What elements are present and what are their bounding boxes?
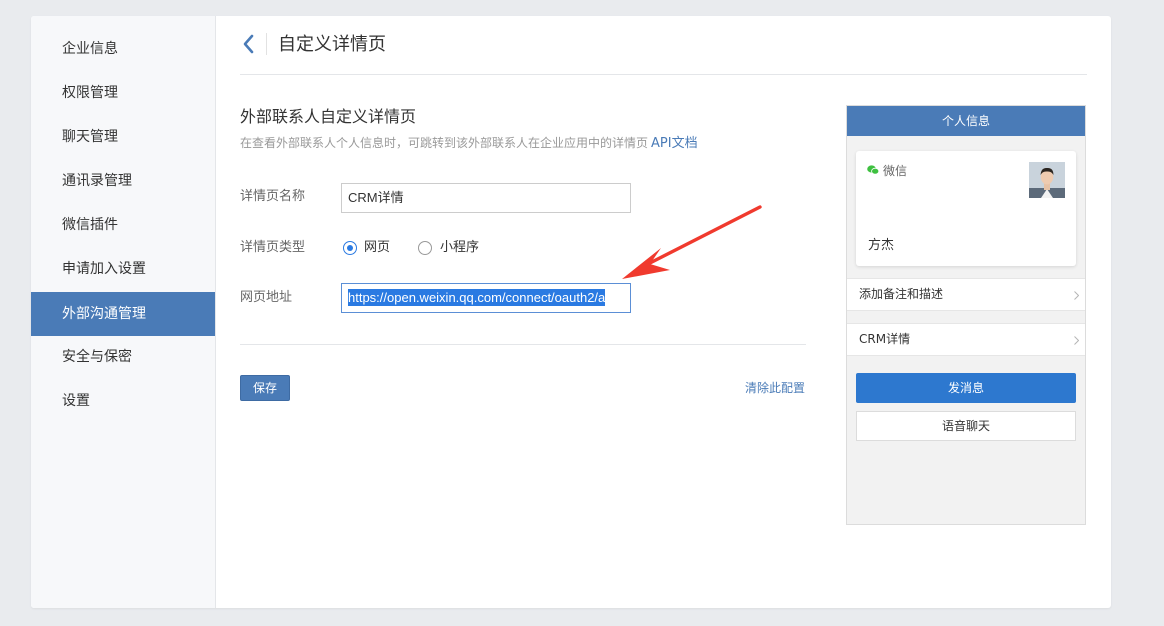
url-input[interactable]: https://open.weixin.qq.com/connect/oauth… — [341, 283, 631, 313]
crm-detail-row[interactable]: CRM详情 — [847, 323, 1085, 356]
add-remark-label: 添加备注和描述 — [859, 287, 944, 301]
chevron-right-icon — [1074, 291, 1079, 300]
sidebar-item-contacts-management[interactable]: 通讯录管理 — [31, 159, 215, 203]
sidebar-item-chat-management[interactable]: 聊天管理 — [31, 115, 215, 159]
crm-detail-label: CRM详情 — [859, 332, 911, 346]
api-doc-link[interactable]: API文档 — [651, 136, 698, 151]
title-divider — [266, 33, 267, 55]
chevron-left-icon[interactable] — [240, 32, 258, 56]
wechat-icon — [867, 165, 879, 175]
phone-preview: 个人信息 微信 方杰 添加备注和描述 CRM详情 发消息 语音聊天 — [846, 105, 1086, 525]
sidebar-item-security[interactable]: 安全与保密 — [31, 335, 215, 379]
section-title: 外部联系人自定义详情页 — [240, 107, 417, 126]
annotation-arrow-icon — [622, 205, 762, 279]
section-description: 在查看外部联系人个人信息时，可跳转到该外部联系人在企业应用中的详情页 API文档 — [240, 134, 698, 153]
settings-card: 企业信息 权限管理 聊天管理 通讯录管理 微信插件 申请加入设置 外部沟通管理 … — [31, 16, 1111, 608]
chevron-right-icon — [1074, 336, 1079, 345]
name-label: 详情页名称 — [240, 189, 306, 204]
url-input-value: https://open.weixin.qq.com/connect/oauth… — [348, 289, 606, 306]
type-radio-webpage-label[interactable]: 网页 — [364, 239, 390, 257]
save-button[interactable]: 保存 — [240, 375, 290, 401]
type-label: 详情页类型 — [240, 240, 306, 255]
add-remark-row[interactable]: 添加备注和描述 — [847, 278, 1085, 311]
avatar — [1029, 162, 1065, 198]
header-divider — [240, 74, 1087, 75]
sidebar-item-wechat-plugin[interactable]: 微信插件 — [31, 203, 215, 247]
clear-config-link[interactable]: 清除此配置 — [745, 379, 805, 397]
sidebar-item-permissions[interactable]: 权限管理 — [31, 71, 215, 115]
send-message-button[interactable]: 发消息 — [856, 373, 1076, 403]
type-radio-miniprogram-label[interactable]: 小程序 — [440, 239, 479, 257]
contact-name: 方杰 — [868, 238, 895, 253]
sidebar-item-settings[interactable]: 设置 — [31, 379, 215, 423]
url-label: 网页地址 — [240, 290, 293, 305]
section-description-text: 在查看外部联系人个人信息时，可跳转到该外部联系人在企业应用中的详情页 — [240, 136, 649, 150]
type-radio-miniprogram[interactable] — [418, 241, 432, 255]
wechat-label: 微信 — [883, 164, 908, 178]
sidebar: 企业信息 权限管理 聊天管理 通讯录管理 微信插件 申请加入设置 外部沟通管理 … — [31, 16, 216, 608]
profile-card: 微信 方杰 — [856, 151, 1076, 266]
sidebar-item-external-communication[interactable]: 外部沟通管理 — [31, 292, 215, 336]
page-title: 自定义详情页 — [278, 34, 386, 55]
sidebar-item-company-info[interactable]: 企业信息 — [31, 27, 215, 71]
form-divider — [240, 344, 806, 345]
type-radio-webpage[interactable] — [343, 241, 357, 255]
name-input[interactable]: CRM详情 — [341, 183, 631, 213]
preview-header: 个人信息 — [847, 106, 1085, 136]
voice-chat-button[interactable]: 语音聊天 — [856, 411, 1076, 441]
main-content: 自定义详情页 外部联系人自定义详情页 在查看外部联系人个人信息时，可跳转到该外部… — [216, 16, 1111, 608]
sidebar-item-join-settings[interactable]: 申请加入设置 — [31, 247, 215, 291]
